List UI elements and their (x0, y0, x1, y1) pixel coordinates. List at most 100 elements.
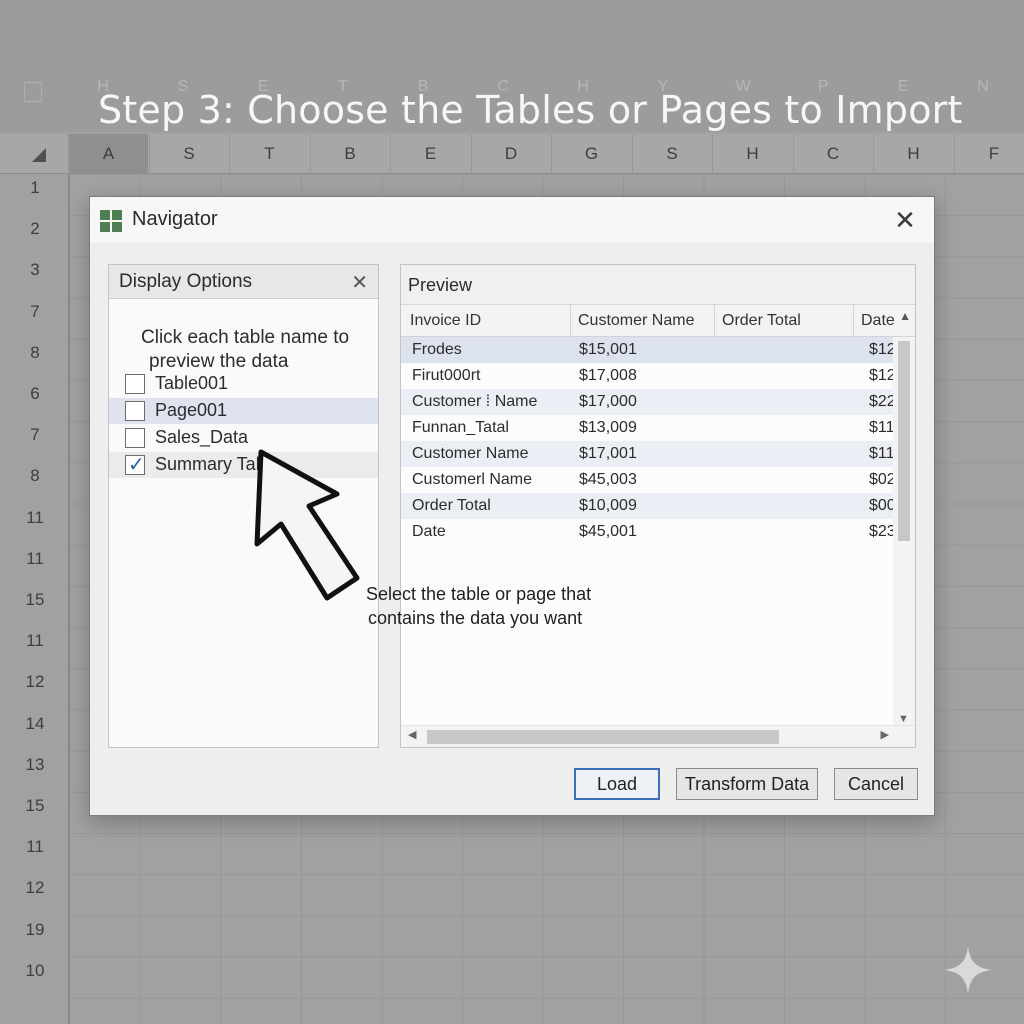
column-header[interactable]: A (68, 134, 148, 174)
load-button[interactable]: Load (574, 768, 660, 800)
checkmark-icon: ✓ (128, 454, 145, 476)
scroll-left-arrow-icon[interactable]: ◀ (408, 728, 416, 741)
row-header[interactable]: 8 (0, 332, 70, 373)
instruction-line-1: Click each table name to (141, 327, 350, 348)
vertical-scroll-thumb[interactable] (898, 341, 910, 541)
row-header[interactable]: 13 (0, 744, 70, 785)
table-cell: $45,001 (579, 523, 637, 540)
table-cell: $02 (869, 471, 896, 488)
table-row[interactable]: Customerl Name $45,003 $02 (401, 467, 896, 493)
column-header-customer-name[interactable]: Customer Name (578, 312, 694, 330)
horizontal-scrollbar[interactable]: ◀ ▶ (401, 725, 915, 747)
table-cell: $00 (869, 497, 896, 514)
row-header[interactable]: 7 (0, 291, 70, 332)
table-cell: Frodes (412, 341, 462, 358)
checkbox-checked[interactable]: ✓ (125, 454, 145, 476)
table-cell: Firut000rt (412, 367, 481, 384)
column-header[interactable]: D (470, 134, 551, 174)
row-header[interactable]: 3 (0, 249, 70, 290)
table-cell: $13,009 (579, 419, 637, 436)
checkbox[interactable] (125, 401, 145, 421)
column-header[interactable]: B (309, 134, 390, 174)
table-cell: $23 (869, 523, 896, 540)
column-header[interactable]: H (873, 134, 953, 174)
table-row[interactable]: Funnan_Tatal $13,009 $11 (401, 415, 895, 441)
row-header[interactable]: 1 (0, 167, 70, 208)
row-header[interactable]: 15 (0, 785, 70, 826)
column-header[interactable]: S (631, 134, 712, 174)
row-header[interactable]: 7 (0, 414, 70, 455)
preview-header: Preview (401, 265, 915, 305)
row-header[interactable]: 11 (0, 538, 70, 579)
column-header-invoice-id[interactable]: Invoice ID (410, 312, 481, 330)
table-row[interactable]: Firut000rt $17,008 $12 (401, 363, 896, 389)
transform-data-button[interactable]: Transform Data (676, 768, 818, 800)
column-header[interactable]: T (229, 134, 309, 174)
navigator-dialog: Navigator ✕ Display Options ✕ Click each… (89, 196, 935, 816)
table-cell: $17,000 (579, 393, 637, 410)
list-item-label: Sales_Data (155, 427, 249, 447)
row-header[interactable]: 11 (0, 620, 70, 661)
table-cell: $22 (869, 393, 896, 410)
display-options-close-icon[interactable]: ✕ (351, 270, 368, 295)
row-header[interactable]: 6 (0, 373, 70, 414)
table-cell: $17,008 (579, 367, 637, 384)
sparkle-icon (944, 946, 992, 994)
row-header[interactable]: 19 (0, 909, 70, 950)
list-item-table001[interactable]: Table001 (109, 371, 378, 397)
list-item-page001[interactable]: Page001 (109, 398, 378, 424)
row-header[interactable]: 11 (0, 497, 70, 538)
row-header[interactable]: 14 (0, 703, 70, 744)
callout-line-1: Select the table or page that (366, 584, 592, 604)
row-header[interactable]: 12 (0, 661, 70, 702)
scroll-down-arrow-icon[interactable]: ▼ (898, 713, 909, 725)
vertical-scrollbar[interactable]: ▼ (893, 337, 915, 727)
checkbox[interactable] (125, 428, 145, 448)
display-options-title: Display Options (119, 271, 253, 292)
row-header[interactable]: 2 (0, 208, 70, 249)
cancel-button[interactable]: Cancel (834, 768, 918, 800)
column-header[interactable]: G (551, 134, 631, 174)
column-header-date[interactable]: Date (861, 312, 895, 330)
column-header[interactable]: S (148, 134, 229, 174)
column-header[interactable]: E (390, 134, 470, 174)
row-header[interactable]: 15 (0, 579, 70, 620)
dialog-title: Navigator (132, 208, 218, 230)
table-cell: $12 (869, 341, 896, 358)
column-header[interactable]: C (792, 134, 873, 174)
list-item-label: Table001 (155, 373, 229, 393)
table-row[interactable]: Customer ⁞ Name $17,000 $22 (401, 389, 896, 415)
table-cell: Customer ⁞ Name (412, 393, 538, 410)
row-header[interactable]: 11 (0, 826, 70, 867)
table-cell: $11 (869, 445, 895, 462)
table-cell: Funnan_Tatal (412, 419, 509, 436)
table-row[interactable]: Order Total $10,009 $00 (401, 493, 896, 519)
table-cell: $45,003 (579, 471, 637, 488)
step-title: Step 3: Choose the Tables or Pages to Im… (98, 88, 963, 132)
column-header-row: ASTBEDGSHCHF (0, 134, 1024, 174)
horizontal-scroll-thumb[interactable] (427, 730, 779, 744)
preview-table-header: Invoice ID Customer Name Order Total Dat… (401, 305, 915, 337)
checkbox[interactable] (125, 374, 145, 394)
table-row[interactable]: Frodes $15,001 $12 (401, 337, 896, 363)
dialog-close-icon[interactable]: ✕ (892, 207, 918, 233)
row-header[interactable]: 12 (0, 867, 70, 908)
scroll-up-arrow-icon[interactable]: ▲ (899, 309, 911, 323)
ghost-column-letter: N (977, 78, 989, 95)
column-header[interactable]: F (953, 134, 1024, 174)
row-header[interactable]: 10 (0, 950, 70, 991)
scroll-right-arrow-icon[interactable]: ▶ (881, 728, 889, 741)
table-row[interactable]: Customer Name $17,001 $11 (401, 441, 895, 467)
table-cell: $12 (869, 367, 896, 384)
display-options-instruction: Click each table name to preview the dat… (141, 326, 377, 374)
row-header[interactable]: 8 (0, 455, 70, 496)
column-header-order-total[interactable]: Order Total (722, 312, 801, 330)
table-cell: $15,001 (579, 341, 637, 358)
table-row[interactable]: Date $45,001 $23 (401, 519, 896, 545)
column-header[interactable]: H (712, 134, 792, 174)
navigator-app-icon (100, 210, 122, 232)
preview-title: Preview (408, 275, 473, 295)
table-cell: $10,009 (579, 497, 637, 514)
select-all-corner[interactable] (32, 148, 46, 162)
table-cell: Customer Name (412, 445, 529, 462)
